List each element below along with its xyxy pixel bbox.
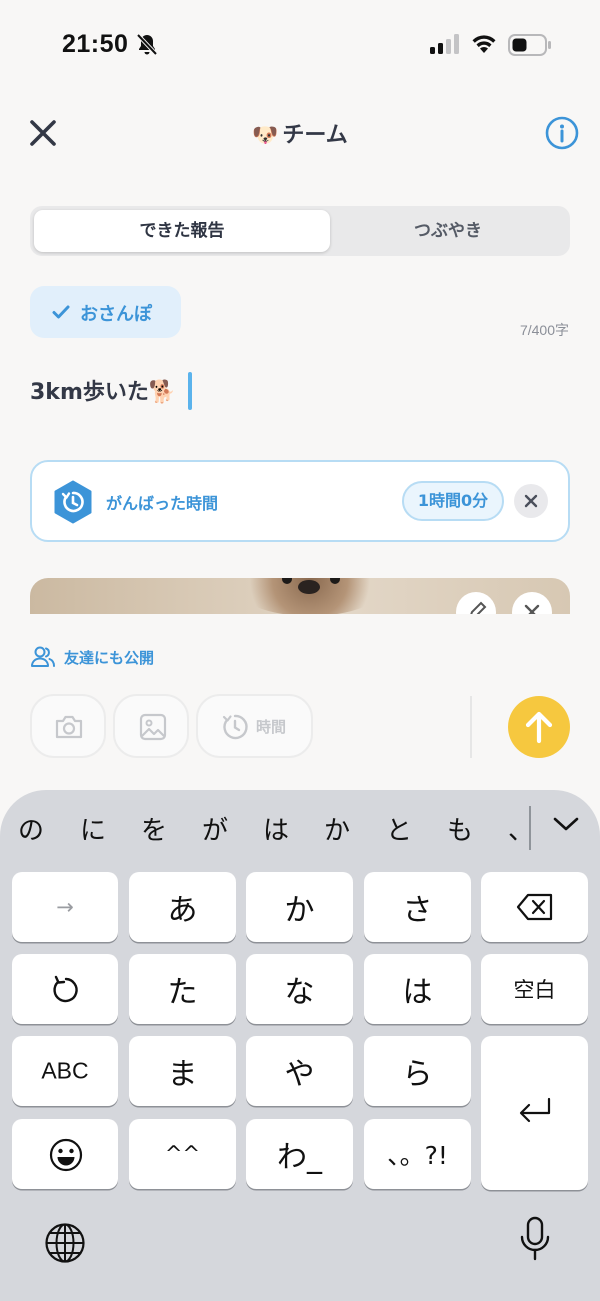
key-emoji[interactable]: [12, 1119, 118, 1189]
key-label: 空白: [513, 978, 556, 1002]
time-button[interactable]: 時間: [196, 694, 313, 758]
suggestion-item[interactable]: か: [324, 810, 350, 847]
battery-icon: [508, 34, 551, 56]
info-icon[interactable]: [545, 116, 579, 150]
suggestion-item[interactable]: を: [141, 810, 167, 847]
key-label: あ: [167, 893, 198, 928]
time-button-label: 時間: [256, 718, 287, 736]
suggestion-item[interactable]: が: [202, 810, 228, 847]
suggestion-item[interactable]: も: [447, 810, 473, 847]
key-label: や: [284, 1057, 315, 1092]
undo-icon: [53, 975, 78, 1003]
key-ka[interactable]: か: [246, 872, 353, 942]
key-label: さ: [402, 893, 433, 928]
suggestion-item[interactable]: は: [263, 810, 289, 847]
key-ta[interactable]: た: [129, 954, 236, 1024]
category-tag-label: おさんぽ: [80, 304, 152, 325]
text-caret: [188, 372, 192, 410]
key-a[interactable]: あ: [129, 872, 236, 942]
remove-photo-button[interactable]: [512, 592, 552, 614]
return-icon: [519, 1097, 551, 1123]
effort-time-label: がんばった時間: [106, 494, 219, 513]
key-punctuation[interactable]: 、。?!: [364, 1119, 471, 1189]
key-label: ^^: [164, 1142, 201, 1166]
photo-preview[interactable]: [30, 578, 570, 614]
page-title: 🐶 チーム: [0, 117, 600, 149]
suggestion-item[interactable]: と: [386, 810, 412, 847]
suggestion-item[interactable]: の: [18, 810, 44, 847]
microphone-icon[interactable]: [519, 1216, 551, 1262]
wifi-icon: [472, 35, 496, 53]
suggestion-item[interactable]: に: [80, 810, 106, 847]
char-counter: 7/400字: [519, 322, 569, 338]
key-kaomoji[interactable]: ^^: [129, 1119, 236, 1189]
status-time: 21:50: [62, 30, 129, 58]
key-ya[interactable]: や: [246, 1036, 353, 1106]
dog-nose: [298, 580, 320, 594]
key-label: か: [284, 893, 315, 928]
key-label: は: [402, 975, 433, 1010]
clock-hexagon-icon: [54, 480, 92, 524]
camera-icon: [55, 715, 83, 739]
category-tag[interactable]: おさんぽ: [30, 286, 181, 338]
check-icon: [52, 305, 70, 319]
key-arrow-label: →: [56, 895, 74, 919]
delete-icon: [516, 893, 553, 921]
image-icon: [139, 713, 167, 741]
key-return[interactable]: [481, 1036, 588, 1190]
suggestion-divider: [529, 806, 531, 850]
key-sa[interactable]: さ: [364, 872, 471, 942]
tab-report[interactable]: できた報告: [34, 210, 330, 252]
key-ma[interactable]: ま: [129, 1036, 236, 1106]
tab-murmur[interactable]: つぶやき: [330, 210, 566, 252]
key-label: ら: [402, 1057, 433, 1092]
remove-time-icon[interactable]: [514, 484, 548, 518]
status-bar: 21:50: [0, 0, 600, 90]
send-button[interactable]: [508, 696, 570, 758]
pencil-icon: [470, 601, 487, 614]
action-divider: [470, 696, 472, 758]
key-abc[interactable]: ABC: [12, 1036, 118, 1106]
globe-icon[interactable]: [44, 1222, 86, 1264]
key-label: ま: [167, 1057, 198, 1092]
key-na[interactable]: な: [246, 954, 353, 1024]
key-undo[interactable]: [12, 954, 118, 1024]
close-icon: [524, 604, 540, 614]
key-ha[interactable]: は: [364, 954, 471, 1024]
key-space[interactable]: 空白: [481, 954, 588, 1024]
key-wa[interactable]: わ_: [246, 1119, 353, 1189]
page-title-text: チーム: [282, 123, 348, 148]
key-label: な: [284, 975, 315, 1010]
bell-muted-icon: [136, 33, 158, 56]
gallery-button[interactable]: [113, 694, 189, 758]
post-type-segmented-control: できた報告 つぶやき: [30, 206, 570, 256]
visibility-setting[interactable]: 友達にも公開: [30, 644, 154, 670]
key-label: 、。?!: [387, 1141, 448, 1170]
key-delete[interactable]: [481, 872, 588, 942]
key-label: た: [167, 975, 198, 1010]
friends-icon: [31, 646, 55, 667]
chevron-down-icon[interactable]: [552, 814, 580, 834]
key-label: わ_: [277, 1140, 322, 1175]
key-label: ABC: [41, 1057, 89, 1084]
clock-icon: [222, 714, 248, 740]
post-text-input[interactable]: 3km歩いた🐕: [30, 374, 176, 406]
camera-button[interactable]: [30, 694, 106, 758]
signal-icon: [430, 34, 459, 54]
suggestion-bar: の に を が は か と も 、: [0, 810, 600, 854]
effort-time-card: がんばった時間 1時間0分: [30, 460, 570, 542]
key-arrow-right[interactable]: →: [12, 872, 118, 942]
emoji-icon: [49, 1138, 83, 1172]
effort-time-value[interactable]: 1時間0分: [402, 481, 504, 521]
edit-photo-button[interactable]: [456, 592, 496, 614]
key-ra[interactable]: ら: [364, 1036, 471, 1106]
visibility-label: 友達にも公開: [64, 649, 155, 667]
arrow-up-icon: [525, 711, 553, 744]
dog-emoji-icon: 🐶: [252, 123, 279, 147]
keyboard: の に を が は か と も 、 → あ か さ た な は 空白 ABC ま…: [0, 790, 600, 1301]
